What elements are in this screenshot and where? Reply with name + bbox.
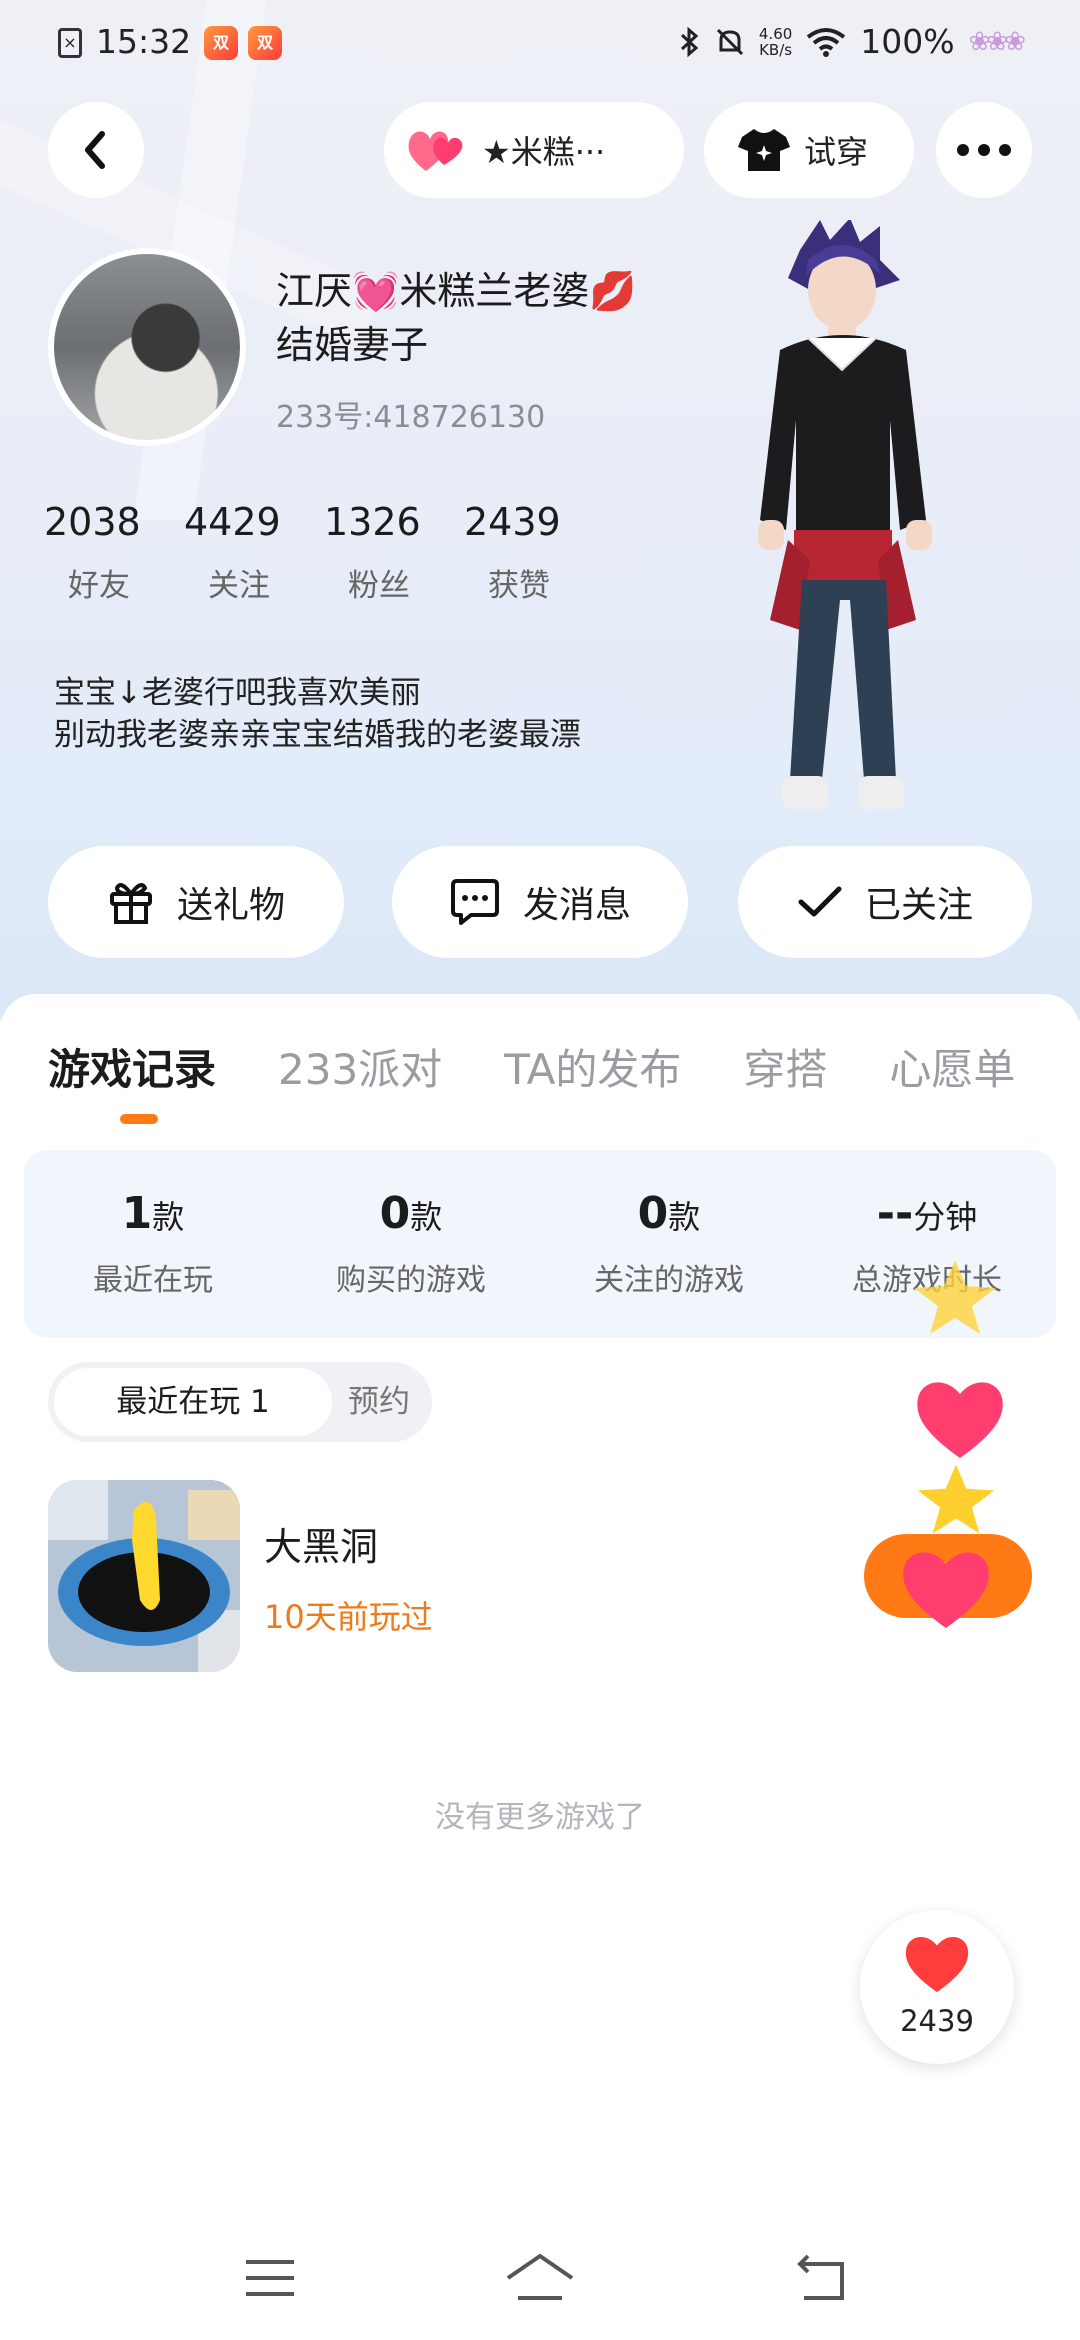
stat-following[interactable]: 4429 关注 [184,500,324,605]
game-filter-segment: 最近在玩 1 预约 [48,1362,432,1442]
game-stat-purchased[interactable]: 0款 购买的游戏 [282,1150,540,1338]
home-icon[interactable] [504,2252,576,2302]
flowers-icon: ❀❀❀ [968,26,1026,57]
game-stat-recent[interactable]: 1款 最近在玩 [24,1150,282,1338]
stat-likes[interactable]: 2439 获赞 [464,500,604,605]
menu-icon[interactable] [244,2258,296,2298]
shirt-icon [738,129,790,171]
sim-error-icon: × [58,28,82,58]
back-arrow-icon [85,131,105,169]
no-more-games: 没有更多游戏了 [435,1800,645,1835]
partner-name: ★米糕··· [482,133,606,171]
bio-line: 别动我老婆亲亲宝宝结婚我的老婆最漂 [54,717,581,753]
stat-value: 1326 [324,500,421,544]
try-on-button[interactable]: 试穿 [704,102,914,198]
stat-friends[interactable]: 2038 好友 [44,500,184,605]
game-stat-value: 1 [121,1188,153,1239]
user-id[interactable]: 233号:418726130 [276,392,545,436]
stat-label: 获赞 [488,568,550,604]
nickname-line: 江厌💓米糕兰老婆💋 [276,269,637,313]
followed-button[interactable]: 已关注 [738,846,1032,958]
game-stat-label: 购买的游戏 [336,1263,486,1298]
stat-label: 关注 [208,568,270,604]
followed-label: 已关注 [864,885,973,926]
heart-icon [905,1936,969,1993]
game-stat-value: 0 [637,1188,669,1239]
game-stat-label: 关注的游戏 [594,1263,744,1298]
bluetooth-icon [680,26,699,57]
game-stat-unit: 款 [668,1198,701,1236]
game-last-played: 10天前玩过 [264,1598,433,1636]
avatar-character[interactable] [730,220,960,840]
profile-tabs: 游戏记录 233派对 TA的发布 穿搭 心愿单 [48,1036,1077,1097]
stat-value: 2439 [464,500,561,544]
game-stats-card: 1款 最近在玩 0款 购买的游戏 0款 关注的游戏 --分钟 总游戏时长 [24,1150,1056,1338]
gift-icon [109,883,152,924]
game-stat-unit: 款 [152,1198,185,1236]
game-stat-value: 0 [379,1188,411,1239]
nickname-line: 结婚妻子 [276,323,429,367]
message-icon [450,879,499,925]
game-stat-unit: 款 [410,1198,443,1236]
profile-stats: 2038 好友 4429 关注 1326 粉丝 2439 获赞 [44,500,604,605]
mute-icon [716,28,743,55]
stat-label: 好友 [68,568,130,604]
more-button[interactable] [936,102,1032,198]
wifi-icon [807,27,846,57]
star-effect-icon [914,1260,996,1334]
stat-fans[interactable]: 1326 粉丝 [324,500,464,605]
stat-value: 2038 [44,500,141,544]
hearts-icon [406,125,468,175]
app-notification-icon: 双 [248,26,282,60]
nickname: 江厌💓米糕兰老婆💋 结婚妻子 [276,264,696,372]
system-nav-bar [0,2220,1080,2340]
like-count: 2439 [900,2004,974,2038]
send-gift-button[interactable]: 送礼物 [48,846,344,958]
bio: 宝宝↓老婆行吧我喜欢美丽 别动我老婆亲亲宝宝结婚我的老婆最漂 [54,672,581,756]
bio-line: 宝宝↓老婆行吧我喜欢美丽 [54,675,421,711]
heart-effect-icon [917,1382,1003,1458]
stat-value: 4429 [184,500,281,544]
partner-pill[interactable]: ★米糕··· [384,102,684,198]
network-speed: 4.60 KB/s [758,24,793,59]
tab-party[interactable]: 233派对 [278,1036,442,1097]
more-dots-icon [957,144,1011,156]
back-button[interactable] [48,102,144,198]
game-stat-followed[interactable]: 0款 关注的游戏 [540,1150,798,1338]
segment-recent[interactable]: 最近在玩 1 [54,1368,332,1436]
tab-indicator [120,1114,158,1124]
back-nav-icon[interactable] [796,2254,850,2302]
status-time: 15:32 [96,22,192,61]
tab-wishlist[interactable]: 心愿单 [889,1036,1015,1097]
send-message-button[interactable]: 发消息 [392,846,688,958]
avatar[interactable] [48,248,246,446]
game-stat-value: -- [876,1188,914,1239]
tab-outfits[interactable]: 穿搭 [743,1036,827,1097]
send-message-label: 发消息 [522,885,631,926]
star-effect-icon [917,1464,995,1534]
checkmark-icon [798,886,842,917]
game-icon[interactable] [48,1480,240,1672]
profile-page: × 15:32 双 双 4.60 KB/s 100% ❀❀❀ ★米糕··· 试穿… [0,0,1080,2340]
like-button[interactable]: 2439 [860,1910,1014,2064]
game-stat-unit: 分钟 [913,1198,978,1236]
status-bar: × 15:32 双 双 4.60 KB/s 100% ❀❀❀ [0,18,1080,68]
segment-reserve[interactable]: 预约 [348,1368,410,1436]
game-stat-label: 最近在玩 [93,1263,213,1298]
game-title[interactable]: 大黑洞 [264,1516,378,1571]
tab-game-records[interactable]: 游戏记录 [48,1036,216,1097]
battery-level: 100% [860,22,955,61]
stat-label: 粉丝 [348,568,410,604]
try-on-label: 试穿 [804,133,869,171]
app-notification-icon: 双 [204,26,238,60]
tab-posts[interactable]: TA的发布 [504,1036,681,1097]
heart-effect-icon [903,1552,989,1628]
send-gift-label: 送礼物 [176,885,285,926]
